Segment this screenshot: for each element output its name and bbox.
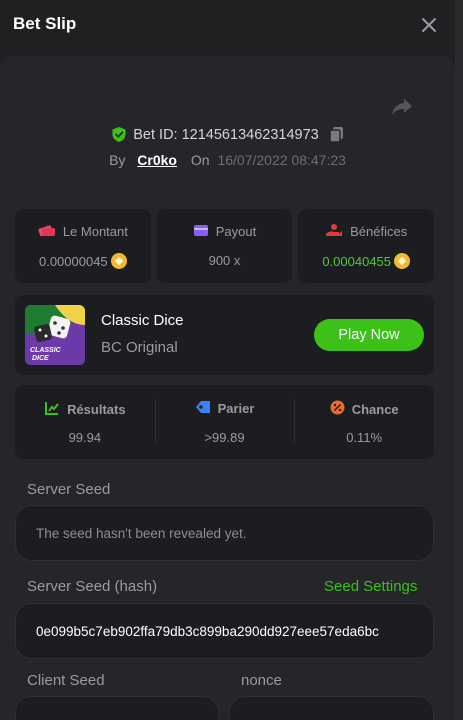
background-edge xyxy=(455,0,463,720)
nonce-field[interactable] xyxy=(229,696,434,720)
stat-profit: Bénéfices 0.00040455 xyxy=(298,209,435,283)
server-seed-hash-label: Server Seed (hash) xyxy=(27,578,158,595)
stat-profit-value: 0.00040455 xyxy=(322,253,392,269)
bet-slip-modal: Bet Slip Bet ID: 12145613462314973 By Cr… xyxy=(0,0,455,720)
result-bet: Parier >99.89 xyxy=(154,385,295,459)
copy-icon[interactable] xyxy=(328,126,344,143)
bet-id-row: Bet ID: 12145613462314973 xyxy=(0,126,455,146)
stat-payout: Payout 900 x xyxy=(156,209,293,283)
bet-id: Bet ID: 12145613462314973 xyxy=(133,126,319,143)
play-now-button[interactable]: Play Now xyxy=(314,319,424,351)
percent-icon xyxy=(330,400,345,418)
game-name: Classic Dice xyxy=(101,312,184,329)
result-chart-icon xyxy=(44,400,60,419)
close-icon[interactable] xyxy=(418,14,440,36)
client-seed-label: Client Seed xyxy=(27,672,105,689)
bet-date: 16/07/2022 08:47:23 xyxy=(217,152,346,168)
result-bet-value: >99.89 xyxy=(204,430,245,445)
tag-icon xyxy=(195,400,211,417)
game-thumbnail[interactable]: CLASSIC DICE xyxy=(25,305,85,365)
client-seed-field[interactable] xyxy=(15,696,219,720)
stat-amount-label: Le Montant xyxy=(62,224,128,239)
stat-payout-label: Payout xyxy=(215,224,257,239)
bnb-coin-icon xyxy=(394,253,411,269)
stat-amount-value: 0.00000045 xyxy=(38,253,108,269)
verified-shield-icon xyxy=(111,126,127,143)
stat-amount: Le Montant 0.00000045 xyxy=(15,209,151,283)
result-card: Résultats 99.94 Parier >99.89 Chance 0.1… xyxy=(15,385,434,459)
nonce-label: nonce xyxy=(241,672,282,689)
result-chance: Chance 0.11% xyxy=(294,385,434,459)
stat-profit-label: Bénéfices xyxy=(350,224,408,239)
result-outcome: Résultats 99.94 xyxy=(15,385,155,459)
share-icon[interactable] xyxy=(390,96,414,118)
bet-slip-content: Bet ID: 12145613462314973 By Cr0ko On 16… xyxy=(0,56,455,720)
by-label: By xyxy=(109,152,126,168)
stat-payout-value: 900 x xyxy=(208,253,241,268)
thumb-text-1: CLASSIC xyxy=(30,347,62,354)
on-label: On xyxy=(190,152,210,168)
profit-hand-icon xyxy=(325,223,343,240)
modal-header: Bet Slip xyxy=(0,0,455,48)
wallet-icon xyxy=(193,223,209,240)
result-chance-label: Chance xyxy=(351,401,399,417)
bnb-coin-icon xyxy=(110,253,127,269)
bet-stats: Le Montant 0.00000045 Payout 900 x Bénéf… xyxy=(15,209,435,283)
game-provider: BC Original xyxy=(101,339,178,356)
bet-meta-row: By Cr0ko On 16/07/2022 08:47:23 xyxy=(0,152,455,168)
result-outcome-value: 99.94 xyxy=(68,430,102,445)
thumb-text-2: DICE xyxy=(32,355,49,362)
result-outcome-label: Résultats xyxy=(67,402,126,417)
username-link[interactable]: Cr0ko xyxy=(137,152,177,168)
result-bet-label: Parier xyxy=(217,401,255,416)
server-seed-hash-field[interactable]: 0e099b5c7eb902ffa79db3c899ba290dd927eee5… xyxy=(15,603,434,659)
modal-title: Bet Slip xyxy=(13,14,77,33)
game-card: CLASSIC DICE Classic Dice BC Original Pl… xyxy=(15,295,434,375)
seed-settings-link[interactable]: Seed Settings xyxy=(324,578,417,595)
money-stack-icon xyxy=(38,223,56,240)
server-seed-field: The seed hasn't been revealed yet. xyxy=(15,505,434,561)
result-chance-value: 0.11% xyxy=(346,430,383,445)
server-seed-label: Server Seed xyxy=(27,481,111,498)
